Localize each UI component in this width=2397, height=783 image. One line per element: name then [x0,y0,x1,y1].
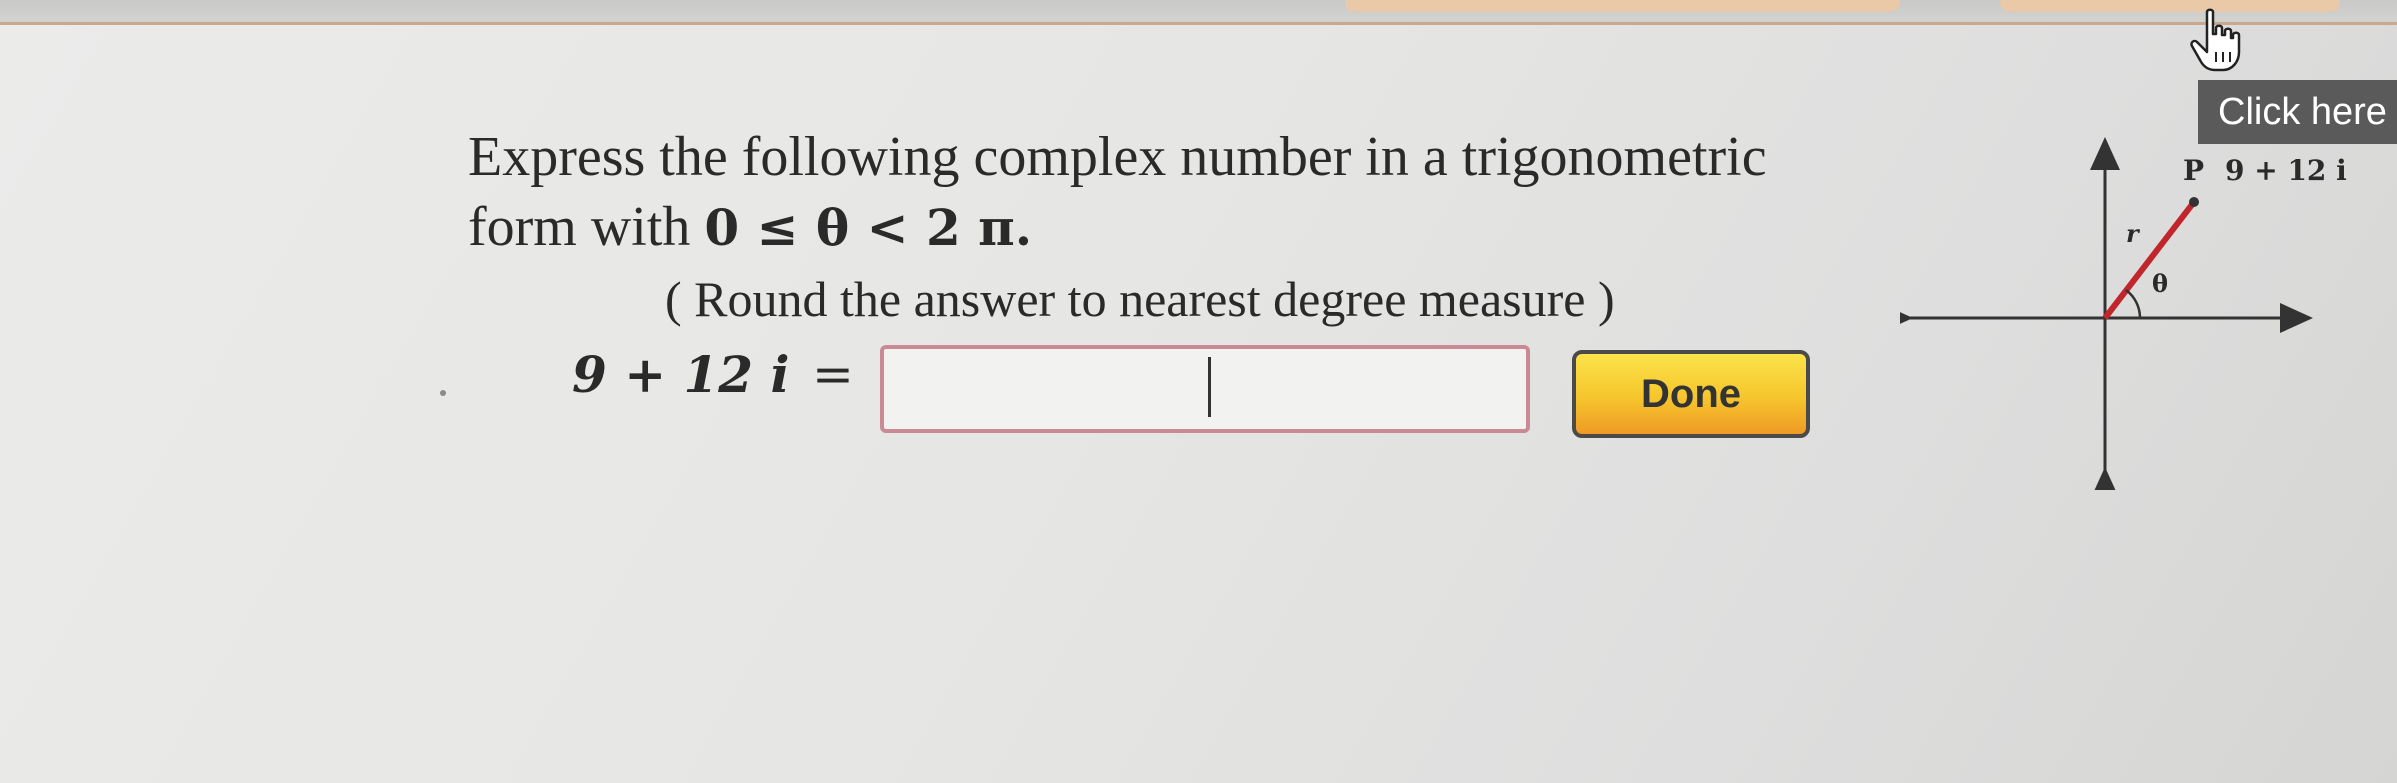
top-bar [0,0,2397,25]
stray-dot [440,390,446,396]
point-label: P [2183,154,2204,187]
top-tab[interactable] [2000,0,2340,12]
r-label: r [2126,219,2141,248]
point-p [2189,197,2199,207]
angle-condition: 0 ≤ θ < 2 π. [704,198,1033,257]
hand-pointer-icon [2190,8,2241,72]
screen: Express the following complex number in … [0,0,2397,783]
question-text: Express the following complex number in … [468,122,1868,263]
equals-sign: = [812,345,854,403]
radius-line [2102,200,2197,320]
text-caret [1208,357,1211,417]
theta-arc [2125,289,2142,319]
top-tab[interactable] [1345,0,1900,12]
rounding-note: ( Round the answer to nearest degree mea… [665,271,1615,327]
complex-plane-diagram: P 9 + 12 i r θ [1900,137,2347,490]
equation-lhs: 9 + 12 i [572,345,790,404]
complex-label: 9 + 12 i [2225,154,2347,187]
answer-input[interactable] [880,345,1530,433]
theta-label: θ [2152,269,2168,298]
done-button[interactable]: Done [1572,350,1810,438]
question-prefix: Express the following complex number in … [468,126,1767,258]
